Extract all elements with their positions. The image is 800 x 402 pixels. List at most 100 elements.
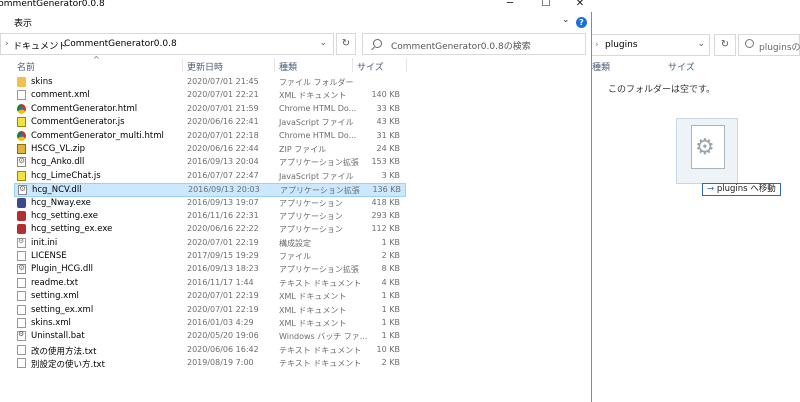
plugins-col-type[interactable]: 種類 (592, 60, 610, 73)
chrome-icon (17, 130, 26, 141)
explorer-window: CommentGenerator0.0.8 ─ ☐ ✕ 表示 ⌄ ? › ドキュ… (0, 0, 592, 402)
title-bar: CommentGenerator0.0.8 ─ ☐ ✕ (0, 0, 592, 12)
column-date[interactable]: 更新日時 (184, 60, 223, 73)
file-type: 構成設定 (279, 238, 311, 248)
address-dropdown-icon[interactable]: ⌄ (319, 38, 327, 48)
address-bar[interactable]: › ドキュメント › CommentGenerator0.0.8 ⌄ (0, 33, 334, 55)
column-divider[interactable] (182, 58, 183, 72)
plugins-crumb[interactable]: plugins (605, 40, 638, 50)
file-size: 24 KB (376, 143, 400, 153)
file-date: 2020/07/01 22:18 (187, 130, 259, 140)
file-row[interactable]: setting_ex.xml 2020/07/01 22:19 XML ドキュメント… (14, 304, 406, 317)
file-name: CommentGenerator.html (31, 103, 138, 114)
refresh-button[interactable]: ↻ (336, 33, 356, 55)
file-row[interactable]: hcg_NCV.dll 2016/09/13 20:03 アプリケーション拡張 136… (14, 183, 406, 197)
bat-icon (17, 330, 26, 342)
arrow-right-icon: → (707, 184, 715, 194)
minimize-button[interactable]: ─ (496, 0, 524, 9)
txt-icon (17, 277, 26, 288)
drag-tooltip-text: plugins へ移動 (716, 184, 776, 194)
file-name: hcg_setting_ex.exe (31, 224, 113, 235)
breadcrumb-commentgenerator[interactable]: CommentGenerator0.0.8 (64, 39, 177, 49)
file-row[interactable]: hcg_setting.exe 2016/11/16 22:31 アプリケーション 2… (14, 210, 406, 223)
dragged-file-icon: ⚙ (676, 118, 738, 184)
file-row[interactable]: Uninstall.bat2020/05/20 19:06Windows バッチ… (14, 330, 406, 343)
file-type: JavaScript ファイル (279, 118, 354, 128)
file-row[interactable]: CommentGenerator.html 2020/07/01 21:59 Chr… (14, 103, 406, 116)
close-button[interactable]: ✕ (566, 0, 594, 9)
file-row[interactable]: hcg_setting_ex.exe 2020/06/16 22:22 アプリケーシ… (14, 223, 406, 236)
plugins-refresh-button[interactable]: ↻ (714, 34, 736, 56)
file-date: 2016/09/13 20:03 (188, 185, 260, 195)
file-row[interactable]: setting.xml 2020/07/01 22:19 XML ドキュメント 1 K… (14, 290, 406, 303)
file-row[interactable]: hcg_Anko.dll 2016/09/13 20:04 アプリケーション拡張 15… (14, 156, 406, 169)
file-type: Chrome HTML Do... (279, 130, 357, 140)
file-name: hcg_Nway.exe (31, 197, 91, 208)
tab-view[interactable]: 表示 (14, 16, 32, 29)
file-row[interactable]: skins 2020/07/01 21:45 ファイル フォルダー (14, 76, 406, 89)
file-name: 改の使用方法.txt (31, 346, 97, 357)
file-row[interactable]: CommentGenerator_multi.html 2020/07/01 22… (14, 130, 406, 143)
column-type[interactable]: 種類 (276, 60, 297, 73)
xml-icon (17, 304, 26, 315)
file-size: 3 KB (381, 170, 400, 180)
file-size: 1 KB (381, 237, 400, 247)
file-row[interactable]: CommentGenerator.js 2020/06/16 22:41 JavaS… (14, 116, 406, 129)
column-divider[interactable] (352, 58, 353, 72)
file-type: XML ドキュメント (279, 292, 347, 302)
file-type: アプリケーション拡張 (280, 186, 360, 196)
chrome-icon (17, 103, 26, 114)
file-size: 4 KB (381, 277, 400, 287)
file-row[interactable]: 別設定の使い方.txt 2019/08/19 7:00 テキスト ドキュメント 2 K… (14, 357, 406, 370)
file-row[interactable]: init.ini 2020/07/01 22:19 構成設定 1 KB (14, 237, 406, 250)
column-divider[interactable] (274, 58, 275, 72)
file-row[interactable]: Plugin_HCG.dll 2016/09/13 18:23 アプリケーション拡張… (14, 263, 406, 276)
file-type: アプリケーション (279, 225, 343, 235)
file-row[interactable]: HSCG_VL.zip 2020/06/16 22:44 ZIP ファイル 24 KB (14, 143, 406, 156)
ribbon: 表示 ⌄ ? (0, 12, 592, 30)
js-icon (17, 170, 26, 181)
plugins-column-header: 種類 サイズ (590, 58, 800, 73)
file-date: 2016/11/16 22:31 (187, 210, 259, 220)
column-name[interactable]: 名前 (14, 60, 35, 73)
plugins-search-box[interactable]: pluginsの (738, 34, 800, 56)
search-input[interactable]: CommentGenerator0.0.8の検索 (391, 39, 531, 52)
file-size: 1 KB (381, 291, 400, 301)
file-date: 2020/06/06 16:42 (187, 344, 259, 354)
file-type: ファイル フォルダー (279, 78, 354, 87)
file-row[interactable]: comment.xml 2020/07/01 22:21 XML ドキュメント 140… (14, 89, 406, 102)
file-date: 2020/07/01 21:45 (187, 77, 259, 86)
plugins-window: › plugins ⌄ ↻ pluginsの 種類 サイズ このフォルダーは空で… (590, 0, 800, 402)
plugins-address-dropdown-icon[interactable]: ⌄ (697, 39, 705, 49)
drag-move-tooltip: → plugins へ移動 (702, 183, 781, 196)
plugins-col-size[interactable]: サイズ (668, 60, 695, 73)
file-name: comment.xml (31, 90, 90, 101)
xml-icon (17, 318, 26, 329)
column-divider[interactable] (406, 58, 407, 72)
file-row[interactable]: readme.txt 2016/11/17 1:44 テキスト ドキュメント 4 KB (14, 277, 406, 290)
help-icon[interactable]: ? (576, 17, 587, 28)
file-size: 418 KB (371, 197, 400, 207)
file-date: 2020/06/16 22:41 (187, 117, 259, 127)
file-row[interactable]: LICENSE 2017/09/15 19:29 ファイル 2 KB (14, 250, 406, 263)
breadcrumb-documents[interactable]: ドキュメント (13, 39, 67, 52)
file-row[interactable]: hcg_LimeChat.js 2016/07/07 22:47 JavaScrip… (14, 170, 406, 183)
file-size: 112 KB (371, 224, 400, 234)
column-size[interactable]: サイズ (354, 60, 384, 73)
maximize-button[interactable]: ☐ (532, 0, 560, 9)
file-row[interactable]: hcg_Nway.exe 2016/09/13 19:07 アプリケーション 418 … (14, 197, 406, 210)
search-box[interactable]: CommentGenerator0.0.8の検索 (362, 33, 586, 55)
file-name: CommentGenerator_multi.html (31, 130, 164, 141)
doc-icon (17, 251, 26, 262)
file-name: Uninstall.bat (31, 331, 85, 342)
file-size: 31 KB (376, 130, 400, 140)
zip-icon (17, 143, 26, 154)
file-row[interactable]: skins.xml 2016/01/03 4:29 XML ドキュメント 1 KB (14, 317, 406, 330)
file-type: アプリケーション拡張 (279, 158, 359, 168)
file-row[interactable]: 改の使用方法.txt 2020/06/06 16:42 テキスト ドキュメント 10 … (14, 344, 406, 357)
ribbon-expand-icon[interactable]: ⌄ (562, 15, 570, 25)
exe2-icon (17, 224, 26, 235)
plugins-address-separator: › (595, 40, 599, 50)
file-type: ファイル (279, 252, 311, 262)
plugins-address-bar[interactable]: › plugins ⌄ (590, 34, 710, 56)
